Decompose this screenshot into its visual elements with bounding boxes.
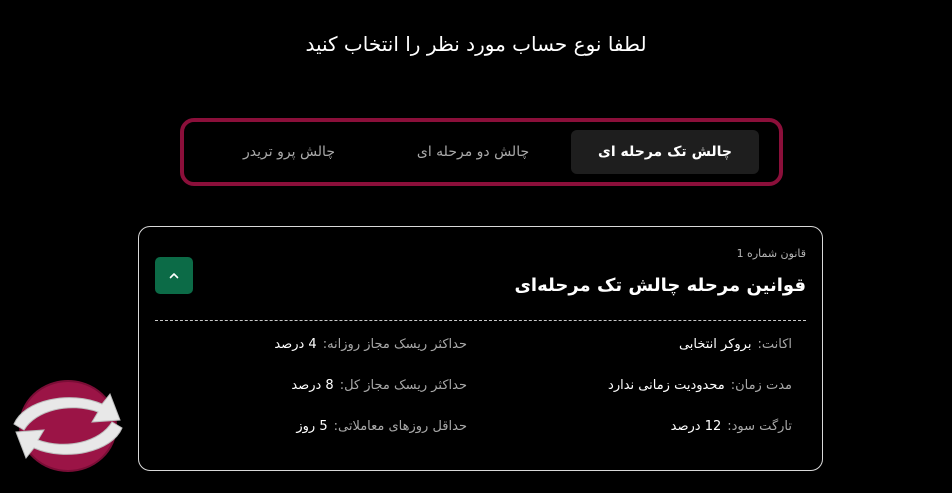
info-label: حداکثر ریسک مجاز روزانه: [322,337,467,352]
info-profit-target: تارگت سود: 12 درصد [671,419,792,434]
account-type-tabs: چالش تک مرحله ای چالش دو مرحله ای چالش پ… [180,118,783,186]
info-label: تارگت سود: [727,419,792,434]
info-value: 5 روز [296,419,328,434]
info-value: 12 درصد [670,419,722,434]
rules-card: قانون شماره 1 قوانین مرحله چالش تک مرحله… [138,226,823,471]
page: لطفا نوع حساب مورد نظر را انتخاب کنید چا… [0,0,952,493]
info-value: بروکر انتخابی [678,337,752,352]
info-min-trading-days: حداقل روزهای معاملاتی: 5 روز [296,419,467,434]
info-value: 8 درصد [291,378,334,393]
collapse-button[interactable] [155,257,193,294]
chevron-up-icon [169,272,179,278]
info-label: حداقل روزهای معاملاتی: [333,419,467,434]
tab-pro-trader-challenge[interactable]: چالش پرو تریدر [199,130,379,174]
info-max-daily-risk: حداکثر ریسک مجاز روزانه: 4 درصد [274,337,467,352]
rule-number: قانون شماره 1 [736,247,806,260]
info-max-total-risk: حداکثر ریسک مجاز کل: 8 درصد [291,378,467,393]
info-value: 4 درصد [274,337,317,352]
info-duration: مدت زمان: محدودیت زمانی ندارد [608,378,792,393]
info-value: محدودیت زمانی ندارد [608,378,725,393]
info-account: اکانت: بروکر انتخابی [679,337,792,352]
rules-title: قوانین مرحله چالش تک مرحله‌ای [514,275,806,296]
page-title: لطفا نوع حساب مورد نظر را انتخاب کنید [305,32,647,56]
tab-two-stage-challenge[interactable]: چالش دو مرحله ای [383,130,563,174]
info-label: اکانت: [757,337,792,352]
sync-arrows-icon[interactable] [10,380,126,472]
info-label: مدت زمان: [730,378,792,393]
tab-single-stage-challenge[interactable]: چالش تک مرحله ای [571,130,759,174]
info-label: حداکثر ریسک مجاز کل: [339,378,467,393]
dashed-divider [155,320,806,321]
